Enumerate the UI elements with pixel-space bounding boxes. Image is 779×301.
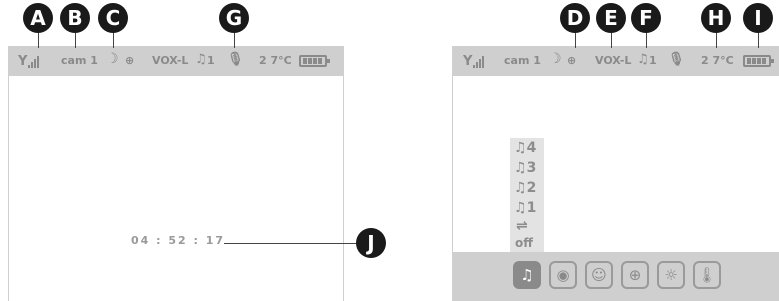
zoom-icon: ⊕ <box>567 54 577 67</box>
music-menu-item[interactable]: ♫4 <box>514 140 536 156</box>
callout-leader <box>575 32 576 48</box>
callout-e: E <box>596 3 626 33</box>
music-icon[interactable]: ♫ <box>513 261 541 289</box>
music-menu-item[interactable]: ♫2 <box>514 180 536 196</box>
bottom-toolbar: ♫ ◉ ☺ ⊕ ☼ 🌡 <box>453 252 779 301</box>
music-menu-item[interactable]: ♫1 <box>514 200 536 216</box>
music-menu-item[interactable]: ♫3 <box>514 160 536 176</box>
signal-icon: Y <box>463 55 487 68</box>
lullaby-face-icon[interactable]: ☺ <box>585 261 613 289</box>
timer-display: 04 : 52 : 17 <box>131 234 226 247</box>
music-note-icon: ♫ <box>637 52 649 67</box>
signal-icon: Y <box>18 55 42 68</box>
callout-c: C <box>98 3 128 33</box>
microphone-icon: 🎙 <box>227 52 244 67</box>
callout-f: F <box>631 3 661 33</box>
callout-leader <box>234 32 235 48</box>
temperature-label: 2 7°C <box>259 54 292 67</box>
zoom-icon: ⊕ <box>125 54 135 67</box>
vox-label: VOX-L <box>595 54 632 67</box>
camera-label: cam 1 <box>61 54 98 67</box>
moon-icon: ☽ <box>106 51 119 67</box>
callout-leader <box>224 243 359 244</box>
battery-icon <box>743 55 774 67</box>
music-off-option[interactable]: off <box>515 236 533 250</box>
vox-label: VOX-L <box>152 54 189 67</box>
callout-i: I <box>743 3 773 33</box>
repeat-icon[interactable]: ⇌ <box>516 218 528 234</box>
callout-j: J <box>356 228 386 258</box>
status-bar: Y cam 1 ☽ ⊕ VOX-L ♫ 1 🎙 2 7°C <box>453 46 779 76</box>
brightness-icon[interactable]: ☼ <box>657 261 685 289</box>
music-track: 1 <box>207 54 215 67</box>
zoom-icon[interactable]: ⊕ <box>621 261 649 289</box>
microphone-icon: 🎙 <box>668 52 685 67</box>
callout-leader <box>75 32 76 48</box>
callout-leader <box>646 32 647 48</box>
status-bar: Y cam 1 ☽ ⊕ VOX-L ♫ 1 🎙 2 7°C <box>9 46 343 76</box>
music-track: 1 <box>649 54 657 67</box>
camera-icon[interactable]: ◉ <box>549 261 577 289</box>
callout-d: D <box>560 3 590 33</box>
callout-leader <box>611 32 612 48</box>
thermometer-icon[interactable]: 🌡 <box>693 261 721 289</box>
battery-icon <box>299 55 330 67</box>
music-menu: ♫4 ♫3 ♫2 ♫1 ⇌ off <box>510 138 544 254</box>
music-note-icon: ♫ <box>195 52 207 67</box>
callout-leader <box>113 32 114 48</box>
callout-h: H <box>701 3 731 33</box>
callout-leader <box>758 32 759 48</box>
monitor-screen-left: Y cam 1 ☽ ⊕ VOX-L ♫ 1 🎙 2 7°C 04 : 52 : … <box>8 46 359 301</box>
callout-b: B <box>60 3 90 33</box>
moon-icon: ☽ <box>549 51 562 67</box>
callout-leader <box>716 32 717 48</box>
monitor-screen-right: Y cam 1 ☽ ⊕ VOX-L ♫ 1 🎙 2 7°C ♫4 ♫3 ♫2 ♫… <box>452 46 779 301</box>
callout-leader <box>38 32 39 48</box>
callout-a: A <box>23 3 53 33</box>
camera-label: cam 1 <box>504 54 541 67</box>
callout-g: G <box>219 3 249 33</box>
temperature-label: 2 7°C <box>701 54 734 67</box>
